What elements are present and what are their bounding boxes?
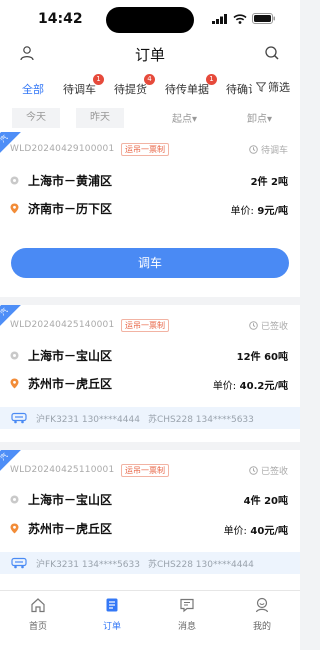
origin-pin-icon bbox=[10, 351, 19, 360]
order-status: 已签收 bbox=[249, 464, 288, 477]
home-icon bbox=[31, 598, 45, 613]
clock-icon bbox=[249, 466, 258, 475]
status-bar: 14:42 bbox=[0, 0, 300, 38]
order-card[interactable]: 汽 WLD20240425110001 运吊一票制 已签收 上海市－宝山区 4件… bbox=[0, 450, 300, 590]
order-number: WLD20240429100001 bbox=[10, 144, 115, 154]
tab-pending-documents[interactable]: 待传单据 1 bbox=[165, 74, 217, 97]
origin-pin-icon bbox=[10, 495, 19, 504]
tabbar-profile[interactable]: 我的 bbox=[237, 597, 287, 632]
order-status: 待调车 bbox=[249, 143, 288, 156]
origin-address: 上海市－黄浦区 bbox=[28, 174, 113, 188]
truck-icon bbox=[11, 412, 27, 424]
status-time: 14:42 bbox=[38, 11, 83, 27]
order-card[interactable]: 汽 WLD20240429100001 运吊一票制 待调车 上海市－黄浦区 2件… bbox=[0, 132, 300, 297]
tab-pending-pickup[interactable]: 待提货 4 bbox=[114, 74, 155, 97]
billing-tag: 运吊一票制 bbox=[121, 464, 169, 477]
message-icon bbox=[180, 598, 194, 613]
orders-icon bbox=[106, 598, 118, 612]
unit-price-value: 40元/吨 bbox=[250, 526, 288, 537]
tab-label: 待传单据 bbox=[165, 83, 209, 96]
destination-address: 济南市－历下区 bbox=[28, 202, 113, 216]
truck-plate-phone: 苏CHS228 130****4444 bbox=[148, 560, 254, 570]
tabbar-label: 消息 bbox=[177, 622, 196, 632]
dynamic-island bbox=[106, 7, 194, 33]
destination-pin-icon bbox=[10, 378, 19, 389]
status-text: 待调车 bbox=[260, 146, 288, 156]
order-number: WLD20240425110001 bbox=[10, 465, 115, 475]
tab-label: 全部 bbox=[22, 83, 44, 96]
dispatch-button[interactable]: 调车 bbox=[11, 248, 289, 278]
status-icons bbox=[212, 13, 276, 24]
origin-address: 上海市－宝山区 bbox=[28, 493, 113, 507]
tabbar-home[interactable]: 首页 bbox=[13, 597, 63, 632]
battery-icon bbox=[252, 13, 275, 24]
tab-badge: 4 bbox=[144, 74, 155, 85]
filter-button[interactable]: 筛选 bbox=[252, 70, 300, 104]
unit-price: 单价: 9元/吨 bbox=[231, 202, 288, 217]
clock-icon bbox=[249, 321, 258, 330]
yesterday-chip[interactable]: 昨天 bbox=[76, 108, 124, 128]
unit-price: 单价: 40元/吨 bbox=[224, 522, 288, 537]
origin-dropdown[interactable]: 起点▾ bbox=[172, 110, 197, 125]
cargo-quantity: 2件 2吨 bbox=[250, 177, 288, 188]
order-status: 已签收 bbox=[249, 319, 288, 332]
tabbar-orders[interactable]: 订单 bbox=[87, 597, 137, 632]
tab-label: 待提货 bbox=[114, 83, 147, 96]
truck-info-row: 沪FK3231 130****4444 苏CHS228 134****5633 bbox=[0, 407, 300, 429]
search-icon[interactable] bbox=[264, 45, 280, 65]
filter-label: 筛选 bbox=[268, 81, 290, 94]
truck-plate-phone: 苏CHS228 134****5633 bbox=[148, 415, 254, 425]
truck-plate-phone: 沪FK3231 130****4444 bbox=[36, 415, 140, 425]
destination-pin-icon bbox=[10, 203, 19, 214]
destination-pin-icon bbox=[10, 523, 19, 534]
tabbar-label: 订单 bbox=[102, 622, 121, 632]
tab-badge: 1 bbox=[93, 74, 104, 85]
order-number: WLD20240425140001 bbox=[10, 320, 115, 330]
truck-info-row: 沪FK3231 134****5633 苏CHS228 130****4444 bbox=[0, 552, 300, 574]
unit-price-label: 单价: bbox=[230, 206, 254, 217]
billing-tag: 运吊一票制 bbox=[121, 143, 169, 156]
tab-pending-dispatch[interactable]: 待调车 1 bbox=[63, 74, 104, 97]
unit-price-value: 40.2元/吨 bbox=[239, 381, 288, 392]
billing-tag: 运吊一票制 bbox=[121, 319, 169, 332]
tab-badge: 1 bbox=[206, 74, 217, 85]
cargo-quantity: 12件 60吨 bbox=[236, 352, 288, 363]
tab-label: 待调车 bbox=[63, 83, 96, 96]
cargo-quantity: 4件 20吨 bbox=[243, 496, 288, 507]
origin-address: 上海市－宝山区 bbox=[28, 349, 113, 363]
signal-icon bbox=[212, 13, 227, 24]
truck-plate-phone: 沪FK3231 134****5633 bbox=[36, 560, 140, 570]
order-card[interactable]: 汽 WLD20240425140001 运吊一票制 已签收 上海市－宝山区 12… bbox=[0, 305, 300, 442]
profile-icon bbox=[255, 597, 269, 613]
unit-price-label: 单价: bbox=[212, 381, 237, 392]
today-chip[interactable]: 今天 bbox=[12, 108, 60, 128]
unit-price: 单价: 40.2元/吨 bbox=[213, 377, 288, 392]
status-text: 已签收 bbox=[260, 322, 288, 332]
status-tabs: 全部 待调车 1 待提货 4 待传单据 1 待确认 筛选 bbox=[0, 70, 300, 104]
destination-address: 苏州市－虎丘区 bbox=[28, 377, 113, 391]
wifi-icon bbox=[233, 13, 247, 24]
filter-icon bbox=[256, 82, 266, 92]
destination-dropdown[interactable]: 卸点▾ bbox=[247, 110, 272, 125]
tabbar-label: 首页 bbox=[28, 622, 47, 632]
status-text: 已签收 bbox=[260, 467, 288, 477]
unit-price-label: 单价: bbox=[223, 526, 247, 537]
bottom-tab-bar: 首页 订单 消息 我的 bbox=[0, 590, 300, 650]
unit-price-value: 9元/吨 bbox=[257, 206, 288, 217]
destination-address: 苏州市－虎丘区 bbox=[28, 522, 113, 536]
clock-icon bbox=[249, 145, 258, 154]
truck-icon bbox=[11, 557, 27, 569]
page-title: 订单 bbox=[134, 46, 165, 64]
nav-bar: 订单 bbox=[0, 38, 300, 70]
tab-all[interactable]: 全部 bbox=[22, 81, 44, 97]
filter-row: 今天 昨天 起点▾ 卸点▾ bbox=[0, 104, 300, 132]
tabbar-messages[interactable]: 消息 bbox=[162, 597, 212, 632]
tabbar-label: 我的 bbox=[252, 622, 271, 632]
origin-pin-icon bbox=[10, 176, 19, 185]
